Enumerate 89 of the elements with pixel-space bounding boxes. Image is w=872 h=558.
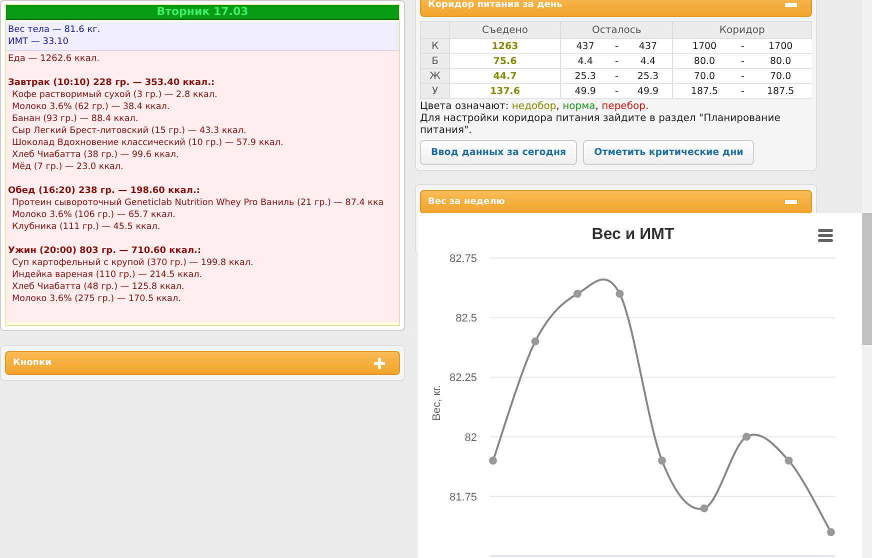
note-text: Для настройки коридора питания зайдите в раздел "Планирование питания". xyxy=(420,113,782,137)
y-tick-label: 82.75 xyxy=(449,253,477,265)
data-point xyxy=(658,456,666,465)
table-cell: 70.0 xyxy=(672,68,736,84)
table-header-cell xyxy=(420,22,450,38)
meal-item: Хлеб Чиабатта (48 гр.) — 125.8 ккал. xyxy=(11,281,186,293)
minus-icon[interactable] xyxy=(785,200,797,204)
row-label: Б xyxy=(420,54,450,68)
table-cell: - xyxy=(736,68,750,84)
menu-icon[interactable] xyxy=(818,229,833,242)
data-point xyxy=(784,456,793,465)
food-total: Еда — 1262.6 ккал. xyxy=(8,53,100,65)
meal-item: Мёд (7 гр.) — 23.0 ккал. xyxy=(11,161,124,173)
meal-item: Индейка вареная (110 гр.) — 214.5 ккал. xyxy=(11,269,204,281)
meal-title: Ужин (20:00) 803 гр. — 710.60 ккал.: xyxy=(8,245,202,257)
column-header: Осталось xyxy=(560,22,673,38)
data-point xyxy=(531,337,540,346)
scrollbar-thumb[interactable] xyxy=(862,213,872,345)
panel-title: Коридор питания за день xyxy=(428,0,562,10)
table-cell: 70.0 xyxy=(750,68,812,84)
table-cell: 80.0 xyxy=(672,54,736,68)
table-cell: - xyxy=(736,84,750,98)
meal-item: Хлеб Чиабатта (38 гр.) — 99.6 ккал. xyxy=(11,149,180,161)
table-cell: - xyxy=(736,54,750,68)
table-cell: - xyxy=(610,54,624,68)
panel-header[interactable]: Вес за неделю xyxy=(420,190,812,214)
panel-title: Кнопки xyxy=(13,358,52,368)
table-cell: 1263 xyxy=(450,38,560,54)
meal-item: Молоко 3.6% (106 гр.) — 65.7 ккал. xyxy=(11,209,176,221)
y-tick-label: 81.75 xyxy=(449,491,477,504)
data-point xyxy=(574,290,582,298)
table-cell: 49.9 xyxy=(560,84,610,98)
row-label: К xyxy=(420,38,450,54)
panel-header[interactable]: Кнопки xyxy=(5,351,400,375)
table-cell: 187.5 xyxy=(750,84,812,98)
y-axis-title: Вес, кг. xyxy=(431,385,443,421)
table-cell: 1700 xyxy=(672,38,736,54)
table-cell: 1700 xyxy=(750,38,812,54)
y-tick-label: 82.5 xyxy=(456,312,477,325)
data-point xyxy=(700,504,708,512)
meal-title: Обед (16:20) 238 гр. — 198.60 ккал.: xyxy=(8,185,201,197)
panel-header[interactable]: Коридор питания за день xyxy=(420,0,812,17)
meal-item: Сыр Легкий Брест-литовский (15 гр.) — 43.3 ккал. xyxy=(11,125,248,137)
table-cell: 437 xyxy=(560,38,610,54)
meal-item: Кофе растворимый сухой (3 гр.) — 2.8 ккал. xyxy=(11,89,218,101)
stat-text: Вес тела — 81.6 кг. xyxy=(8,24,102,36)
legend-text: Цвета означают: недобор, норма, перебор. xyxy=(420,101,650,113)
column-header: Коридор xyxy=(672,22,812,38)
table-cell: 437 xyxy=(624,38,673,54)
table-cell: - xyxy=(610,38,624,54)
minus-icon[interactable] xyxy=(785,3,797,7)
meal-item: Шоколад Вдохновение классический (10 гр.) — 57.9 ккал. xyxy=(11,137,284,149)
day-header: Вторник 17.03 xyxy=(6,5,399,20)
table-cell: - xyxy=(736,38,750,54)
panel-title: Вес за неделю xyxy=(428,197,505,207)
meal-item: Суп картофельный с крупой (370 гр.) — 199.8 ккал. xyxy=(11,257,254,269)
column-header: Съедено xyxy=(450,22,560,38)
data-point xyxy=(742,432,750,441)
chart-title: Вес и ИМТ xyxy=(592,226,674,243)
y-tick-label: 82.25 xyxy=(449,372,477,384)
meal-item: Клубника (111 гр.) — 45.5 ккал. xyxy=(11,221,162,233)
data-point xyxy=(616,290,624,298)
action-button[interactable]: Отметить критические дни xyxy=(583,140,754,165)
table-cell: 25.3 xyxy=(624,68,673,84)
table-cell: 4.4 xyxy=(560,54,610,68)
meal-title: Завтрак (10:10) 228 гр. — 353.40 ккал.: xyxy=(8,77,216,89)
meal-item: Протеин сывороточный Geneticlab Nutrition Whey Pro Ваниль (21 гр.) — 87.4 кка xyxy=(11,197,385,209)
table-cell: 49.9 xyxy=(624,84,673,98)
table-cell: 75.6 xyxy=(450,54,560,68)
scrollbar[interactable] xyxy=(862,0,872,558)
row-label: Ж xyxy=(420,68,450,84)
table-cell: - xyxy=(610,84,624,98)
table-cell: 4.4 xyxy=(624,54,673,68)
table-cell: 25.3 xyxy=(560,68,610,84)
data-point xyxy=(489,456,497,465)
plus-icon[interactable] xyxy=(374,358,385,368)
meal-item: Молоко 3.6% (62 гр.) — 38.4 ккал. xyxy=(11,101,171,113)
stat-text: ИМТ — 33.10 xyxy=(8,36,70,48)
table-cell: 187.5 xyxy=(672,84,736,98)
table-cell: 80.0 xyxy=(750,54,812,68)
table-cell: 137.6 xyxy=(450,84,560,98)
data-point xyxy=(827,528,835,536)
table-cell: - xyxy=(610,68,624,84)
table-cell: 44.7 xyxy=(450,68,560,84)
y-tick-label: 82 xyxy=(464,432,477,444)
meal-item: Молоко 3.6% (275 гр.) — 170.5 ккал. xyxy=(11,293,182,305)
row-label: У xyxy=(420,84,450,98)
action-button[interactable]: Ввод данных за сегодня xyxy=(420,140,578,165)
meal-item: Банан (93 гр.) — 88.4 ккал. xyxy=(11,113,140,125)
